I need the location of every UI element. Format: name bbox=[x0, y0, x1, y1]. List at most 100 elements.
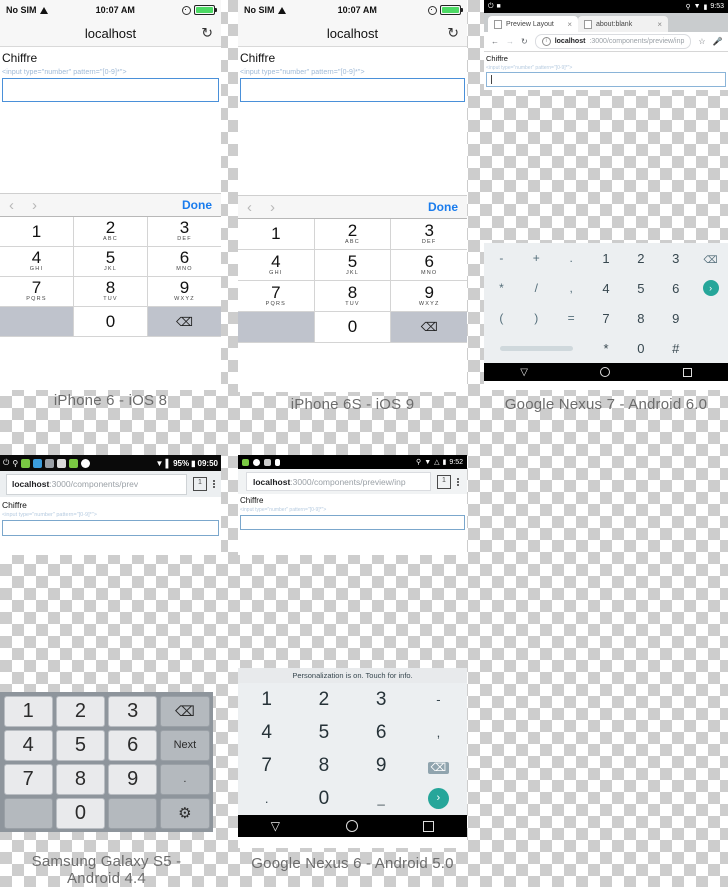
key-3[interactable]: 3 bbox=[353, 689, 410, 711]
key-9[interactable]: 9 WXYZ bbox=[148, 277, 221, 307]
key-comma[interactable]: , bbox=[554, 281, 589, 295]
key-backspace[interactable]: ⌫ bbox=[160, 695, 210, 727]
key-8[interactable]: 8 TUV bbox=[74, 277, 148, 307]
key-2[interactable]: 2 bbox=[623, 251, 658, 266]
key-0[interactable]: 0 bbox=[314, 312, 392, 343]
square-recents-icon[interactable] bbox=[423, 820, 435, 832]
arrow-left-icon[interactable]: ← bbox=[491, 37, 499, 46]
key-minus[interactable]: - bbox=[410, 692, 467, 707]
reload-icon[interactable]: ↻ bbox=[521, 37, 528, 46]
tab-preview-layout[interactable]: Preview Layout × bbox=[488, 16, 578, 32]
reload-icon[interactable]: ↻ bbox=[201, 25, 213, 42]
key-5[interactable]: 5 JKL bbox=[74, 247, 148, 277]
number-input[interactable] bbox=[240, 78, 465, 102]
key-9[interactable]: 9 WXYZ bbox=[391, 281, 468, 312]
key-comma[interactable]: , bbox=[410, 725, 467, 740]
key-6[interactable]: 6 bbox=[353, 722, 410, 744]
triangle-back-icon[interactable]: ▽ bbox=[271, 819, 280, 833]
key-1[interactable]: 1 bbox=[3, 695, 53, 727]
tab-count-button[interactable]: 1 bbox=[193, 477, 207, 491]
arrow-right-icon[interactable]: → bbox=[506, 37, 514, 46]
key-asterisk-2[interactable]: * bbox=[589, 341, 624, 356]
key-6[interactable]: 6 MNO bbox=[148, 247, 221, 277]
circle-home-icon[interactable] bbox=[345, 820, 358, 832]
key-5[interactable]: 5 JKL bbox=[314, 250, 392, 281]
key-period[interactable]: . bbox=[238, 791, 295, 806]
done-button[interactable]: Done bbox=[428, 200, 458, 214]
key-2[interactable]: 2 bbox=[295, 689, 352, 711]
key-underscore[interactable]: _ bbox=[353, 791, 410, 806]
kebab-menu-icon[interactable] bbox=[213, 480, 215, 488]
done-button[interactable]: Done bbox=[182, 198, 212, 212]
key-3[interactable]: 3 DEF bbox=[148, 217, 221, 247]
close-icon[interactable]: × bbox=[657, 20, 662, 29]
triangle-back-icon[interactable]: ▽ bbox=[520, 367, 528, 378]
key-backspace[interactable]: ⌫ bbox=[148, 307, 221, 337]
key-equals[interactable]: = bbox=[554, 311, 589, 325]
key-3[interactable]: 3 bbox=[658, 251, 693, 266]
key-3[interactable]: 3 DEF bbox=[391, 219, 468, 250]
key-1[interactable]: 1 bbox=[589, 251, 624, 266]
key-7[interactable]: 7 PQRS bbox=[238, 281, 315, 312]
key-period[interactable]: . bbox=[554, 251, 589, 265]
key-7[interactable]: 7 bbox=[3, 763, 53, 795]
key-9[interactable]: 9 bbox=[108, 763, 158, 795]
key-0[interactable]: 0 bbox=[295, 788, 352, 810]
key-7[interactable]: 7 PQRS bbox=[0, 277, 74, 307]
key-go[interactable]: › bbox=[410, 788, 467, 809]
key-backspace[interactable]: ⌫ bbox=[391, 312, 468, 343]
key-5[interactable]: 5 bbox=[623, 281, 658, 296]
reload-icon[interactable]: ↻ bbox=[447, 25, 459, 42]
key-hash[interactable]: # bbox=[658, 341, 693, 356]
key-5[interactable]: 5 bbox=[295, 722, 352, 744]
key-4[interactable]: 4 GHI bbox=[238, 250, 315, 281]
key-1[interactable]: 1 bbox=[238, 219, 315, 250]
key-0[interactable]: 0 bbox=[74, 307, 148, 337]
square-recents-icon[interactable] bbox=[682, 367, 692, 377]
number-input[interactable] bbox=[240, 515, 465, 530]
key-4[interactable]: 4 bbox=[589, 281, 624, 296]
chevron-right-icon[interactable]: › bbox=[32, 198, 37, 213]
key-7[interactable]: 7 bbox=[589, 311, 624, 326]
address-bar[interactable]: localhost:3000/components/prev bbox=[6, 473, 187, 495]
key-8[interactable]: 8 bbox=[55, 763, 105, 795]
key-1[interactable]: 1 bbox=[238, 689, 295, 711]
key-0[interactable]: 0 bbox=[623, 341, 658, 356]
circle-home-icon[interactable] bbox=[600, 367, 611, 377]
key-minus[interactable]: - bbox=[484, 251, 519, 265]
key-0[interactable]: 0 bbox=[55, 797, 105, 829]
number-input[interactable] bbox=[2, 78, 219, 102]
key-9[interactable]: 9 bbox=[658, 311, 693, 326]
key-6[interactable]: 6 bbox=[658, 281, 693, 296]
key-slash[interactable]: / bbox=[519, 281, 554, 295]
key-8[interactable]: 8 bbox=[295, 755, 352, 777]
key-paren-close[interactable]: ) bbox=[519, 311, 554, 325]
tab-count-button[interactable]: 1 bbox=[437, 474, 451, 489]
key-backspace[interactable]: ⌫ bbox=[693, 251, 728, 266]
key-4[interactable]: 4 bbox=[3, 729, 53, 761]
key-settings[interactable]: ⚙ bbox=[160, 797, 210, 829]
key-1[interactable]: 1 bbox=[0, 217, 74, 247]
key-go[interactable]: › bbox=[693, 280, 728, 296]
address-bar[interactable]: localhost:3000/components/preview/inp bbox=[246, 472, 431, 491]
key-space[interactable] bbox=[484, 345, 589, 351]
address-bar[interactable]: i localhost:3000/components/preview/inp bbox=[534, 34, 692, 49]
microphone-icon[interactable]: 🎤 bbox=[713, 37, 723, 46]
close-icon[interactable]: × bbox=[567, 20, 572, 29]
key-8[interactable]: 8 TUV bbox=[314, 281, 392, 312]
star-icon[interactable]: ☆ bbox=[698, 37, 705, 46]
key-8[interactable]: 8 bbox=[623, 311, 658, 326]
key-plus[interactable]: + bbox=[519, 251, 554, 265]
number-input[interactable] bbox=[486, 72, 726, 87]
key-period[interactable]: . bbox=[160, 763, 210, 795]
key-3[interactable]: 3 bbox=[108, 695, 158, 727]
chevron-right-icon[interactable]: › bbox=[270, 200, 275, 215]
key-asterisk[interactable]: * bbox=[484, 281, 519, 295]
key-2[interactable]: 2 ABC bbox=[314, 219, 392, 250]
personalization-notice[interactable]: Personalization is on. Touch for info. bbox=[238, 668, 467, 683]
key-backspace[interactable]: ⌫ bbox=[410, 755, 467, 777]
kebab-menu-icon[interactable] bbox=[457, 477, 459, 486]
key-2[interactable]: 2 ABC bbox=[74, 217, 148, 247]
number-input[interactable] bbox=[2, 520, 219, 536]
key-4[interactable]: 4 bbox=[238, 722, 295, 744]
